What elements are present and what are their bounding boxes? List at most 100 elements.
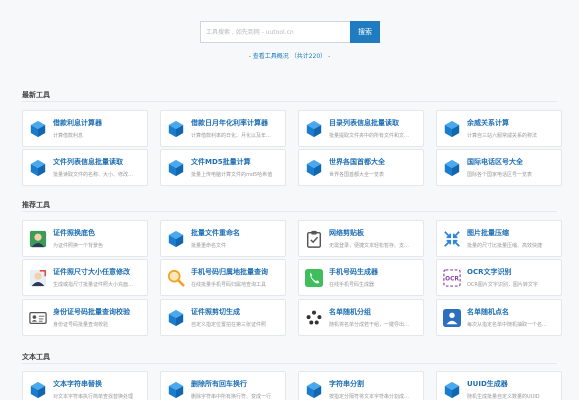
tool-card-title: 网络剪贴板 <box>329 229 364 237</box>
phone-icon <box>305 269 323 287</box>
tool-card[interactable]: 文件MD5批量计算批量上传电脑计算文件的md5哈希值 <box>160 149 286 186</box>
tool-card[interactable]: 余威关系计算计算自三站六服常戚关系的称法 <box>436 110 562 147</box>
tool-card-title: 证件照尺寸大小任意修改 <box>53 268 130 276</box>
section-divider <box>22 211 557 212</box>
cube-icon <box>305 159 323 177</box>
cube-icon <box>443 381 461 399</box>
tool-card-description: 批量重命名文件 <box>191 243 227 249</box>
tool-card-title: OCR文字识别 <box>467 268 512 276</box>
section-divider <box>22 101 557 102</box>
tool-card-description: 对文本字符串执行简单查找替换处理 <box>53 394 134 400</box>
magnifier-icon <box>167 269 185 287</box>
section-title: 最新工具 <box>22 91 50 99</box>
cube-icon <box>167 309 185 327</box>
tool-card[interactable]: 名单随机点名每次从指定名单中随机抽取一个名… <box>436 299 562 336</box>
tool-card-description: 计算自三站六服常戚关系的称法 <box>467 133 538 139</box>
cube-icon <box>305 120 323 138</box>
tool-card[interactable]: 借款日月年化利率计算器 计算借款利率的日化、月化以及年… <box>160 110 286 147</box>
cube-icon <box>29 381 47 399</box>
section-title: 文本工具 <box>22 353 50 361</box>
compress-arrows-icon <box>443 230 461 248</box>
tool-card-description: 计算借款利息 <box>53 133 84 139</box>
tool-card-description: 为证件照换一个背景色 <box>53 243 104 249</box>
tool-card[interactable]: 文件列表信息批量读取批量读取文件的名称、大小、修改… <box>22 149 148 186</box>
tool-card-description: 身份证号码批量查询校验 <box>53 322 109 328</box>
ocr-icon: OCR <box>443 269 461 287</box>
tool-card-description: 每次从指定名单中随机抽取一个名… <box>467 322 548 328</box>
id-photo-icon <box>29 230 47 248</box>
tool-card[interactable]: 删除所有回车换行 删除字符串中所有换行符、变成一行 <box>160 371 286 400</box>
view-all-tools-link[interactable]: - 查看工具概况 （共计220） - <box>0 51 579 60</box>
tool-card[interactable]: 国际电话区号大全国际各个国家电话区号一览表 <box>436 149 562 186</box>
tool-card-description: 删除字符串中所有换行符、变成一行 <box>191 394 272 400</box>
tool-card-description: 随机生成批量自定义数量的UUID <box>467 394 540 400</box>
resize-photo-icon <box>29 269 47 287</box>
tool-card-description: 自定义指定位置拍在第三张证件照 <box>191 322 267 328</box>
group-icon <box>305 309 323 327</box>
tool-card-description: 在线手机号码生成器 <box>329 282 375 288</box>
tool-card[interactable]: 证件照剪切生成自定义指定位置拍在第三张证件照 <box>160 299 286 336</box>
cube-icon <box>167 381 185 399</box>
tool-card[interactable]: 字符串分割按指定分隔符将文本字符串分割成… <box>298 371 424 400</box>
svg-text:OCR: OCR <box>445 277 459 283</box>
tool-card-description: 批量提取文件夹中的所有文件和文… <box>329 133 410 139</box>
cube-icon <box>305 381 323 399</box>
tool-card[interactable]: 证件照换底色为证件照换一个背景色 <box>22 220 148 257</box>
cube-icon <box>29 159 47 177</box>
tool-card-title: 图片批量压缩 <box>467 229 509 237</box>
tool-card-title: 文件列表信息批量读取 <box>53 158 123 166</box>
tool-card-title: 借款利息计算器 <box>53 119 102 127</box>
tool-card-title: 批量文件重命名 <box>191 229 240 237</box>
cube-icon <box>29 120 47 138</box>
tool-card[interactable]: 证件照尺寸大小任意修改 生成或指尺寸批量证件照大小充面… <box>22 259 148 296</box>
tool-card-title: UUID生成器 <box>467 380 508 388</box>
tool-card-title: 世界各国首都大全 <box>329 158 385 166</box>
tool-card-description: 计算借款利率的日化、月化以及年… <box>191 133 272 139</box>
tool-card[interactable]: 图片批量压缩批量的尺寸比批量压缩、高效快捷 <box>436 220 562 257</box>
tool-card[interactable]: UUID生成器随机生成批量自定义数量的UUID <box>436 371 562 400</box>
tool-card-title: 手机号码生成器 <box>329 268 378 276</box>
search-bar: 搜索 <box>200 21 380 43</box>
roll-call-icon <box>443 309 461 327</box>
tool-card-description: 国际各个国家电话区号一览表 <box>467 172 533 178</box>
tool-card[interactable]: 目录列表信息批量读取批量提取文件夹中的所有文件和文… <box>298 110 424 147</box>
tool-card-title: 名单随机分组 <box>329 308 371 316</box>
tool-card-title: 目录列表信息批量读取 <box>329 119 399 127</box>
search-input[interactable] <box>200 21 350 43</box>
tool-card[interactable]: 手机号码生成器 在线手机号码生成器 <box>298 259 424 296</box>
tool-card[interactable]: 批量文件重命名 批量重命名文件 <box>160 220 286 257</box>
cube-icon <box>443 159 461 177</box>
tool-card-title: 证件照剪切生成 <box>191 308 240 316</box>
tool-card[interactable]: 网络剪贴板无需登录，便捷文本轻松暂存、支… <box>298 220 424 257</box>
tool-card-title: 名单随机点名 <box>467 308 509 316</box>
tool-card-title: 手机号码归属地批量查询 <box>191 268 268 276</box>
tool-card-description: 批量上传电脑计算文件的md5哈希值 <box>191 172 273 178</box>
tool-card[interactable]: 身份证号码批量查询校验 身份证号码批量查询校验 <box>22 299 148 336</box>
tool-card[interactable]: 文本字符串替换对文本字符串执行简单查找替换处理 <box>22 371 148 400</box>
tool-card-title: 国际电话区号大全 <box>467 158 523 166</box>
tool-card-title: 证件照换底色 <box>53 229 95 237</box>
tool-card-title: 文本字符串替换 <box>53 380 102 388</box>
tool-card-description: 批量读取文件的名称、大小、修改… <box>53 172 134 178</box>
tool-card[interactable]: 借款利息计算器 计算借款利息 <box>22 110 148 147</box>
tool-card[interactable]: 手机号码归属地批量查询 在线批量手机号码归属地查询工具 <box>160 259 286 296</box>
cube-icon <box>167 120 185 138</box>
tool-card[interactable]: OCR OCR文字识别 OCR图片文字识别，图片转文字 <box>436 259 562 296</box>
tool-card-description: 批量的尺寸比批量压缩、高效快捷 <box>467 243 543 249</box>
section-divider <box>22 363 557 364</box>
search-button[interactable]: 搜索 <box>350 21 380 43</box>
section-title: 推荐工具 <box>22 201 50 209</box>
tool-card[interactable]: 名单随机分组 随机将名单分成若干组，一键导出… <box>298 299 424 336</box>
tool-card-description: 按指定分隔符将文本字符串分割成… <box>329 394 410 400</box>
id-card-icon <box>29 309 47 327</box>
tool-card-title: 文件MD5批量计算 <box>191 158 251 166</box>
tool-card-description: 无需登录，便捷文本轻松暂存、支… <box>329 243 410 249</box>
tool-card-title: 余威关系计算 <box>467 119 509 127</box>
tool-card-title: 身份证号码批量查询校验 <box>53 308 130 316</box>
clipboard-icon <box>305 230 323 248</box>
cube-icon <box>167 230 185 248</box>
tool-card-description: OCR图片文字识别，图片转文字 <box>467 282 538 288</box>
tool-card-title: 借款日月年化利率计算器 <box>191 119 268 127</box>
tool-card-title: 字符串分割 <box>329 380 364 388</box>
tool-card[interactable]: 世界各国首都大全 世界各国首都大全一览表 <box>298 149 424 186</box>
